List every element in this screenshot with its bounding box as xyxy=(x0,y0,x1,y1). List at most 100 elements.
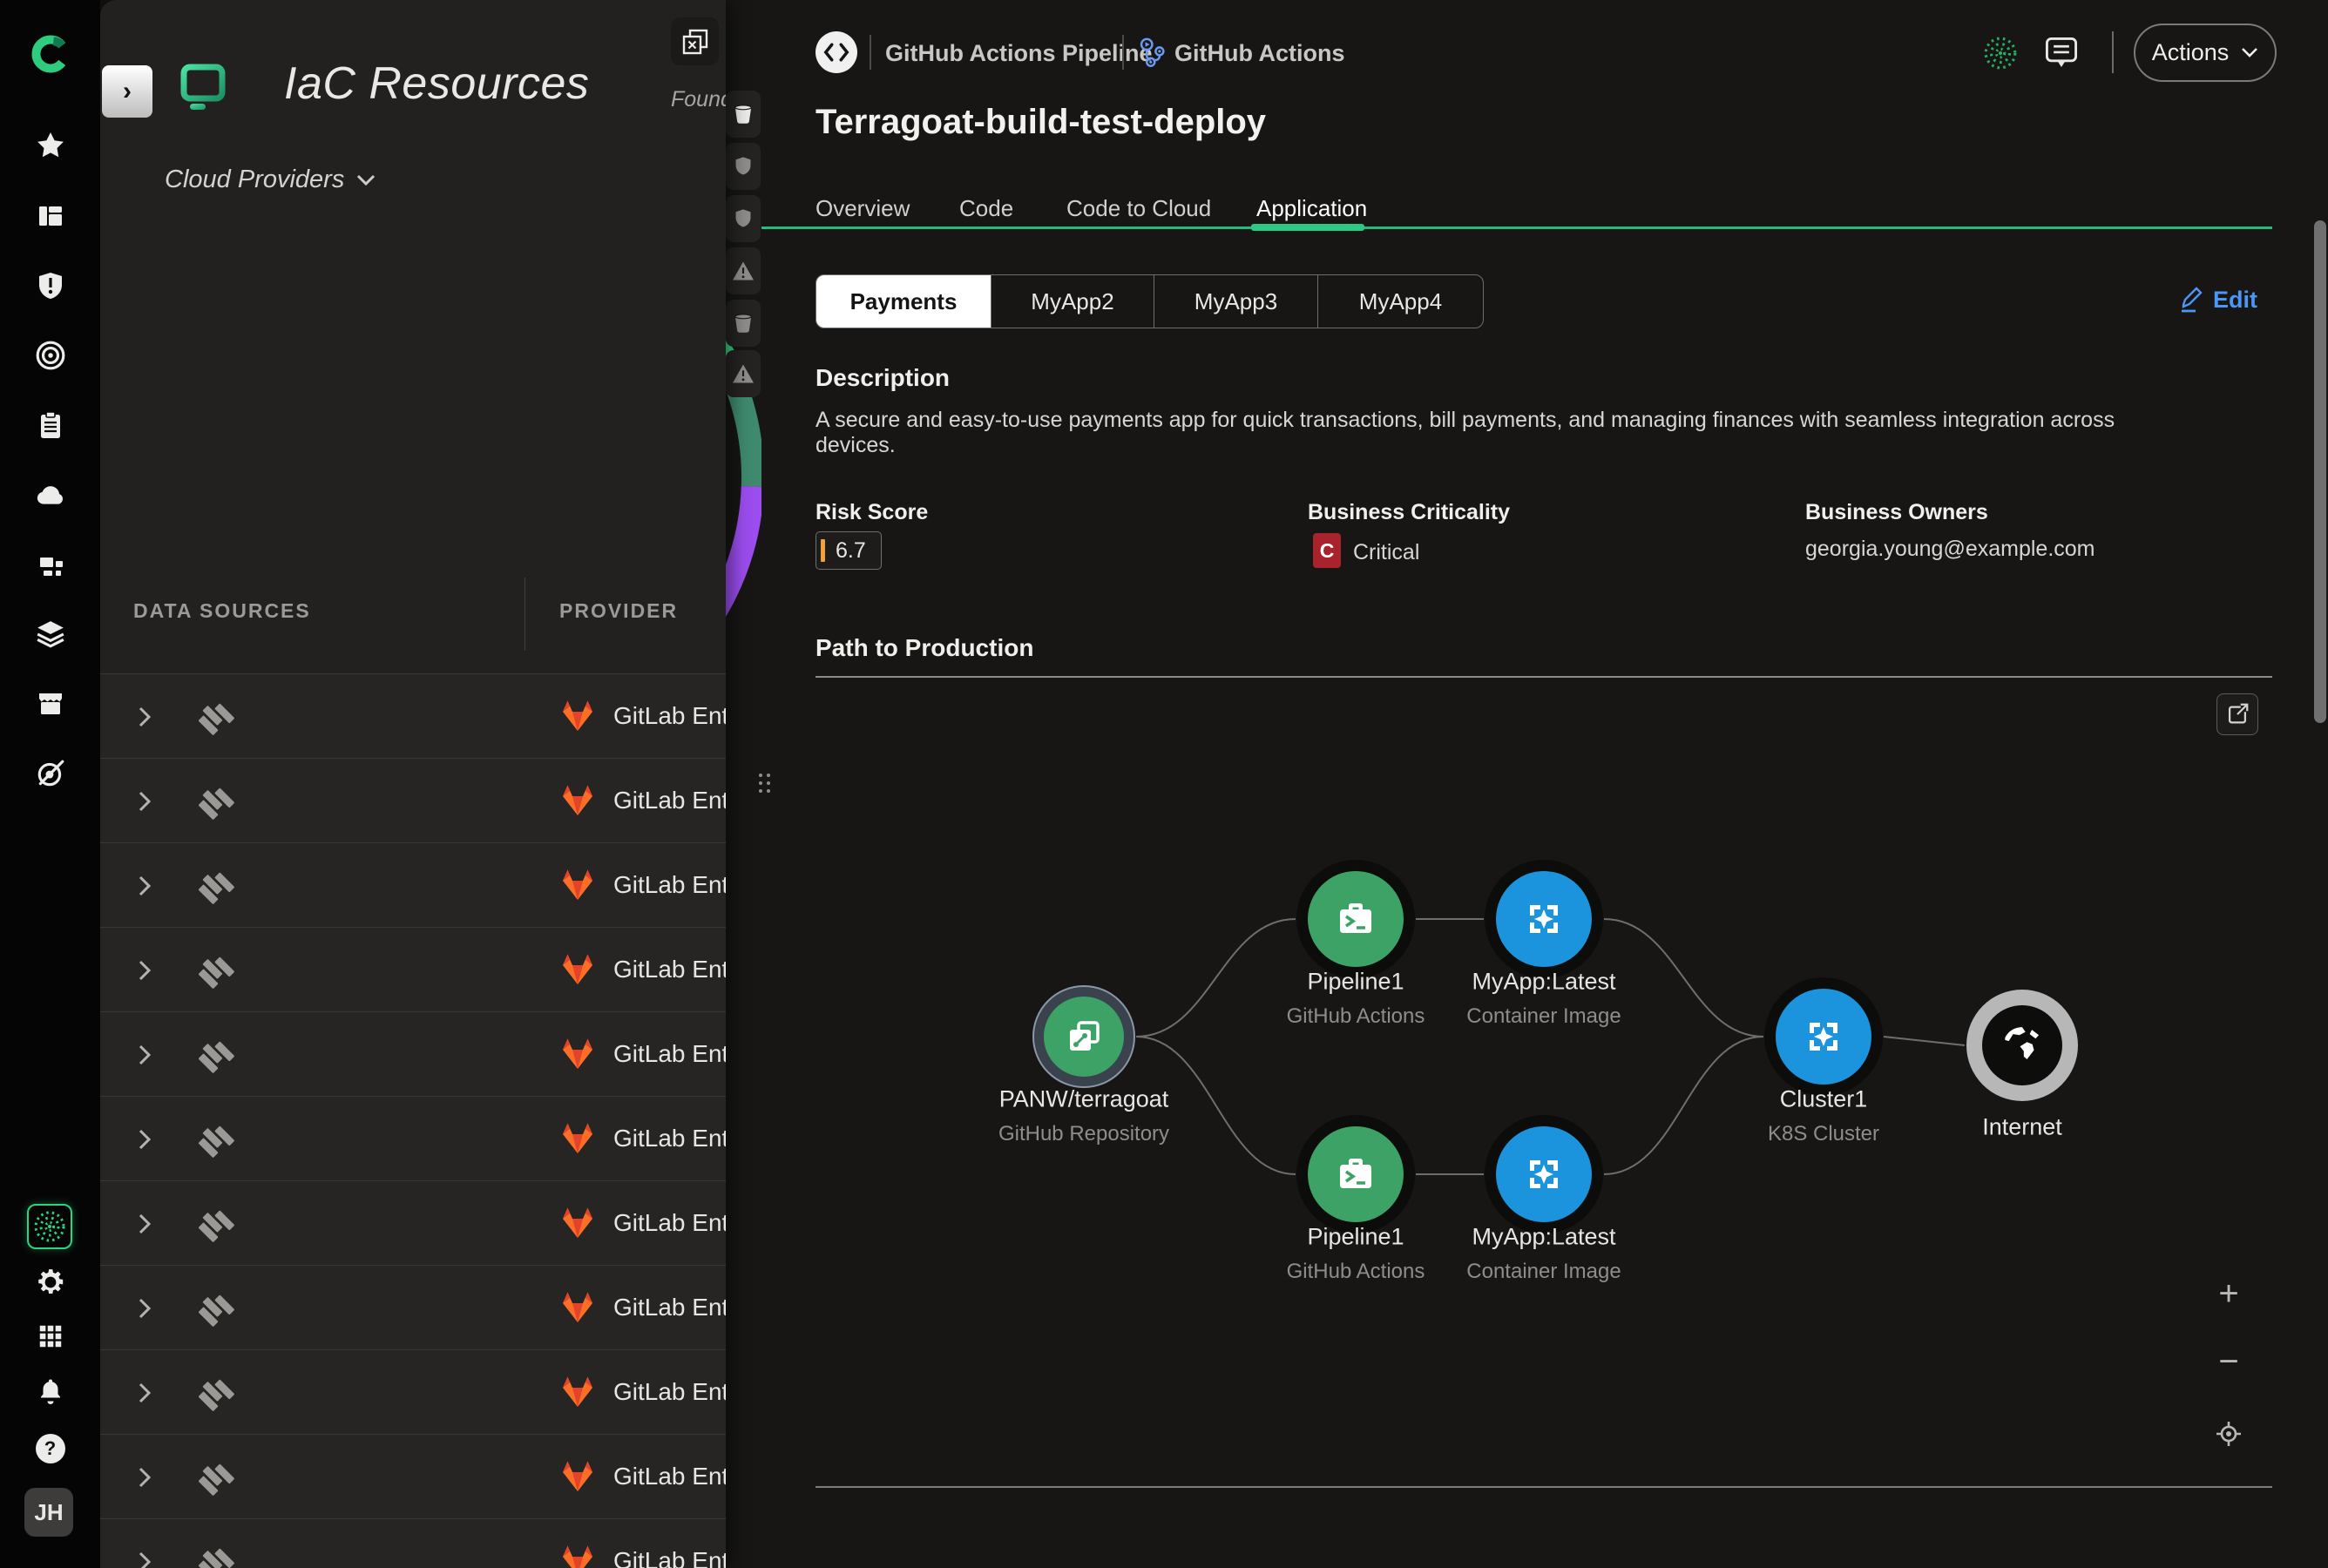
gitlab-icon xyxy=(560,783,595,818)
data-source-icon xyxy=(195,698,235,738)
provider-name: GitLab Enterprise xyxy=(613,1040,726,1068)
graph-edge xyxy=(1136,919,1296,1037)
container-image-icon xyxy=(1521,1152,1567,1197)
found-label: Found xyxy=(671,87,726,112)
sidebar-item-help[interactable]: ? xyxy=(36,1434,65,1463)
graph-node-internet[interactable] xyxy=(1966,990,2078,1101)
expand-row-chevron-icon[interactable] xyxy=(135,1128,154,1151)
graph-node-sublabel: Container Image xyxy=(1466,1004,1621,1029)
sidebar-item-explore[interactable] xyxy=(35,758,66,789)
data-source-icon xyxy=(195,1458,235,1498)
table-row[interactable]: GitLab Enterprise xyxy=(100,1096,726,1180)
table-row[interactable]: GitLab Enterprise xyxy=(100,1180,726,1265)
sidebar-item-inventory[interactable] xyxy=(36,550,65,579)
scrollbar-thumb[interactable] xyxy=(2314,220,2326,723)
expand-row-chevron-icon[interactable] xyxy=(135,1044,154,1066)
graph-node-label: Cluster1 xyxy=(1780,1086,1868,1113)
sidebar-item-marketplace[interactable] xyxy=(36,689,65,719)
expand-row-chevron-icon[interactable] xyxy=(135,1466,154,1489)
table-row[interactable]: GitLab Enterprise xyxy=(100,1349,726,1434)
bell-icon xyxy=(36,1377,65,1407)
column-divider xyxy=(524,578,525,651)
help-icon: ? xyxy=(36,1434,65,1463)
column-header-data-sources[interactable]: Data Sources xyxy=(133,599,311,623)
table-row[interactable]: GitLab Enterprise xyxy=(100,673,726,758)
layout-icon xyxy=(36,201,65,231)
graph-node-p2[interactable] xyxy=(1308,1126,1404,1222)
expand-row-chevron-icon[interactable] xyxy=(135,1551,154,1568)
table-row[interactable]: GitLab Enterprise xyxy=(100,758,726,842)
table-row[interactable]: GitLab Enterprise xyxy=(100,927,726,1011)
expand-row-chevron-icon[interactable] xyxy=(135,875,154,897)
provider-name: GitLab Enterprise xyxy=(613,1294,726,1321)
expand-row-chevron-icon[interactable] xyxy=(135,1297,154,1320)
table-row[interactable]: GitLab Enterprise xyxy=(100,1518,726,1568)
panel-title: IaC Resources xyxy=(284,57,589,110)
graph-node-label: Internet xyxy=(1982,1114,2062,1141)
sidebar-item-favorites[interactable] xyxy=(36,131,65,160)
gear-icon xyxy=(35,1267,66,1298)
internet-globe-icon xyxy=(1994,1017,2050,1073)
panel-resize-handle[interactable] xyxy=(759,774,770,793)
provider-name: GitLab Enterprise xyxy=(613,871,726,899)
close-panel-button[interactable] xyxy=(671,17,719,65)
table-row[interactable]: GitLab Enterprise xyxy=(100,1265,726,1349)
gitlab-icon xyxy=(560,1375,595,1409)
graph-node-i2[interactable] xyxy=(1496,1126,1592,1222)
expand-row-chevron-icon[interactable] xyxy=(135,1382,154,1404)
data-source-icon xyxy=(195,1120,235,1160)
repository-icon xyxy=(1061,1014,1106,1059)
prisma-cloud-logo[interactable] xyxy=(31,35,70,73)
expand-row-chevron-icon[interactable] xyxy=(135,790,154,813)
sidebar-item-reports[interactable] xyxy=(36,410,65,440)
data-source-icon xyxy=(195,1036,235,1076)
expand-row-chevron-icon[interactable] xyxy=(135,706,154,728)
cloud-providers-dropdown[interactable]: Cloud Providers xyxy=(165,166,376,194)
collapse-panel-button[interactable]: › xyxy=(102,65,152,118)
sidebar-item-dashboards[interactable] xyxy=(36,201,65,231)
sidebar-item-notifications[interactable] xyxy=(36,1377,65,1407)
sidebar-item-settings[interactable] xyxy=(35,1267,66,1298)
graph-node-repo[interactable] xyxy=(1032,985,1135,1088)
gitlab-icon xyxy=(560,1459,595,1494)
compass-icon xyxy=(35,758,66,789)
graph-node-sublabel: GitHub Actions xyxy=(1287,1260,1425,1284)
provider-name: GitLab Enterprise xyxy=(613,956,726,983)
gitlab-icon xyxy=(560,1121,595,1156)
graph-node-i1[interactable] xyxy=(1496,871,1592,967)
graph-node-label: PANW/terragoat xyxy=(999,1086,1169,1113)
table-row[interactable]: GitLab Enterprise xyxy=(100,842,726,927)
graph-node-label: MyApp:Latest xyxy=(1472,969,1615,996)
sidebar-item-cloud[interactable] xyxy=(35,479,66,510)
cloud-providers-label: Cloud Providers xyxy=(165,166,344,194)
data-source-icon xyxy=(195,867,235,907)
graph-node-cluster[interactable] xyxy=(1776,989,1871,1085)
data-source-icon xyxy=(195,951,235,991)
user-avatar[interactable]: JH xyxy=(24,1488,73,1537)
k8s-cluster-icon xyxy=(1801,1014,1846,1059)
expand-row-chevron-icon[interactable] xyxy=(135,1213,154,1235)
brand-logo-icon xyxy=(31,35,70,73)
sidebar-item-alerts[interactable] xyxy=(36,271,65,301)
gitlab-icon xyxy=(560,1544,595,1568)
sidebar-item-layers[interactable] xyxy=(35,618,66,650)
data-source-icon xyxy=(195,1205,235,1245)
container-image-icon xyxy=(1521,896,1567,942)
table-row[interactable]: GitLab Enterprise xyxy=(100,1434,726,1518)
provider-name: GitLab Enterprise xyxy=(613,1209,726,1237)
graph-node-sublabel: GitHub Actions xyxy=(1287,1004,1425,1029)
sidebar-item-attack-paths[interactable] xyxy=(35,340,66,371)
sidebar-item-ai-copilot-active[interactable] xyxy=(27,1204,72,1249)
storefront-icon xyxy=(36,689,65,719)
table-row[interactable]: GitLab Enterprise xyxy=(100,1011,726,1096)
ai-spiral-icon xyxy=(32,1209,67,1244)
sidebar-item-apps-grid[interactable] xyxy=(37,1322,64,1350)
column-header-provider[interactable]: Provider xyxy=(559,599,678,623)
pipeline-toolbox-icon xyxy=(1333,896,1378,942)
gitlab-icon xyxy=(560,1290,595,1325)
expand-row-chevron-icon[interactable] xyxy=(135,959,154,982)
iac-monitor-icon xyxy=(179,63,227,113)
graph-node-p1[interactable] xyxy=(1308,871,1404,967)
graph-node-label: MyApp:Latest xyxy=(1472,1224,1615,1251)
graph-node-sublabel: K8S Cluster xyxy=(1768,1122,1879,1146)
